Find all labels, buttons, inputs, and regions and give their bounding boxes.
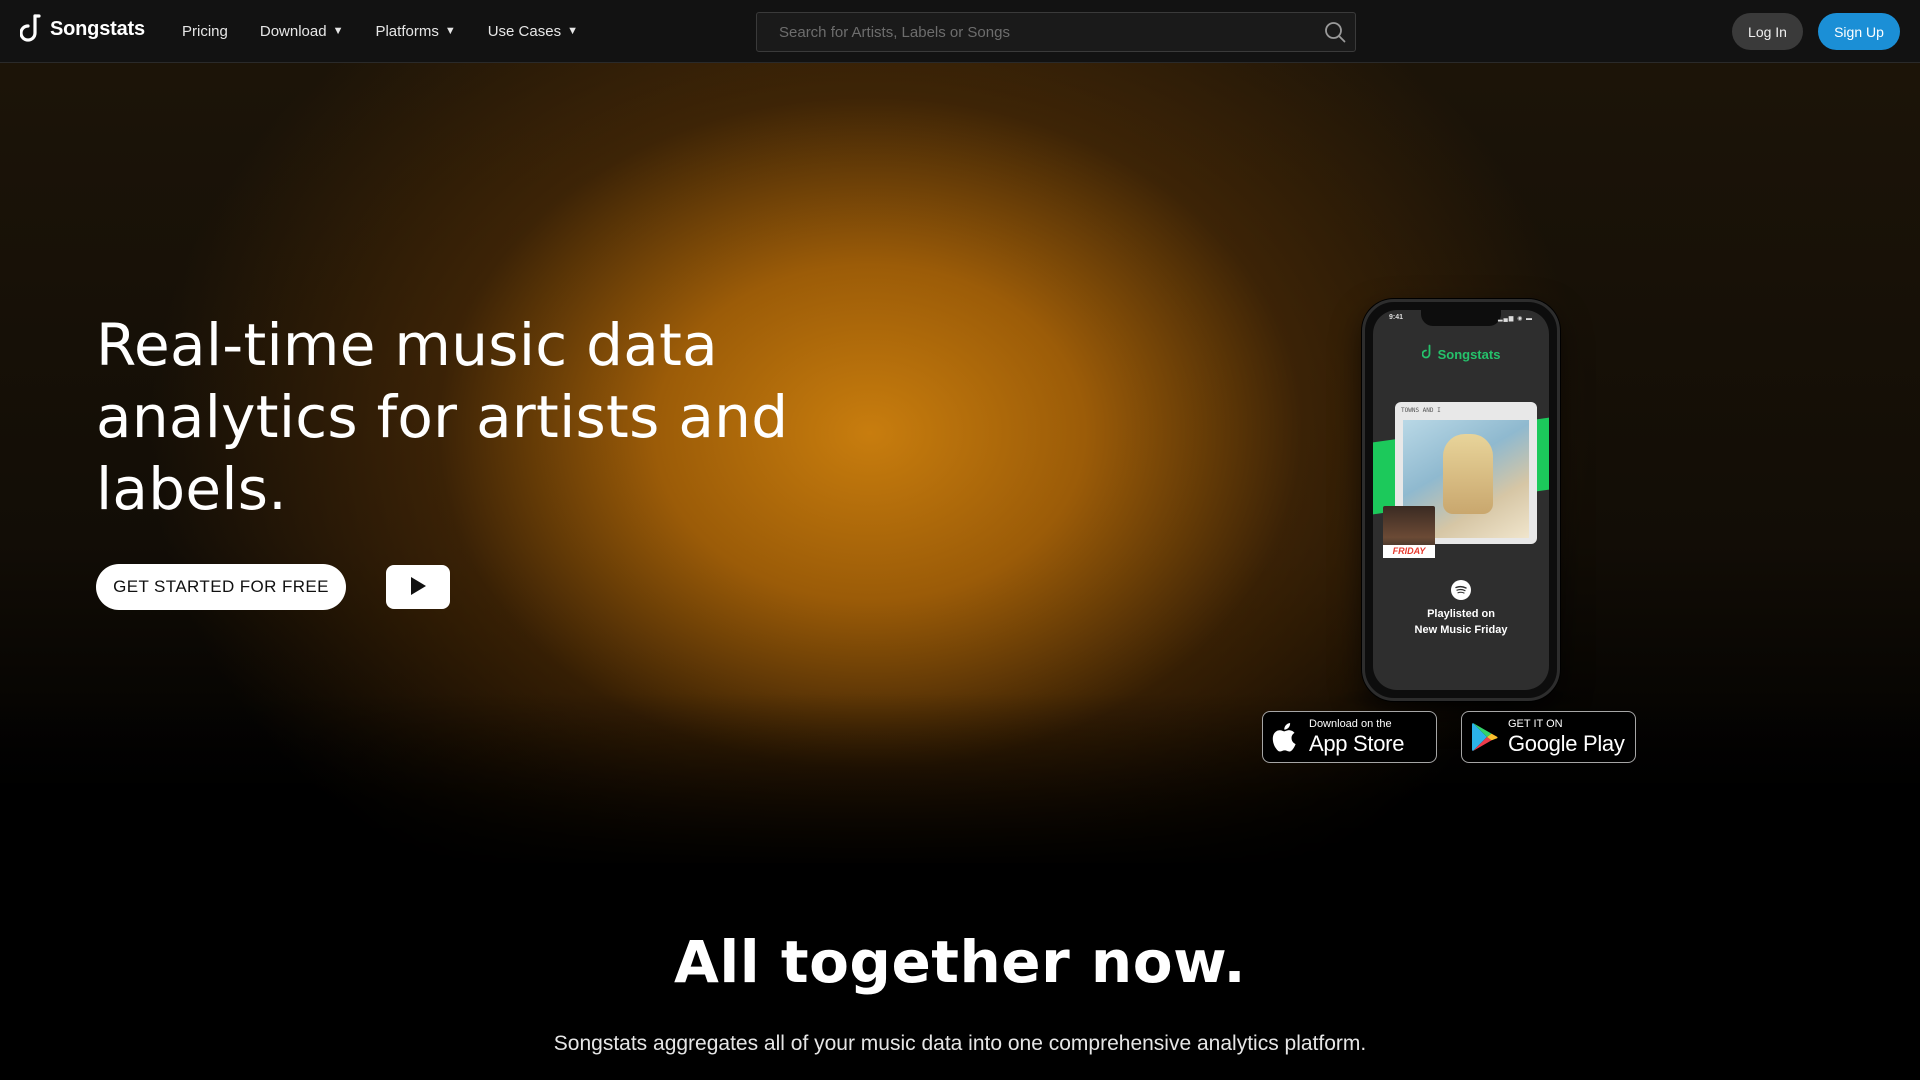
phone-caption-line2: New Music Friday [1414,624,1508,636]
top-navbar: Songstats Pricing Download ▼ Platforms ▼… [0,0,1920,63]
nav-use-cases-label: Use Cases [487,22,562,40]
chevron-down-icon: ▼ [444,25,456,37]
play-video-button[interactable] [386,565,450,609]
google-play-text: GET IT ON Google Play [1508,719,1625,755]
phone-caption: Playlisted on New Music Friday [1373,606,1549,638]
app-store-text: Download on the App Store [1309,719,1404,755]
signup-button[interactable]: Sign Up [1818,13,1900,50]
nav-platforms-label: Platforms [375,22,439,40]
songstats-logo-icon [20,14,44,44]
phone-brand-name: Songstats [1437,347,1501,362]
playlist-cover: FRIDAY [1383,506,1435,558]
search-input[interactable] [757,13,1315,51]
nav-pricing-label: Pricing [182,22,228,40]
phone-mockup: 9:41 ▂▄▆ ◉ ▬ Songstats TOWNS AND I FRIDA… [1362,299,1560,701]
app-store-small-text: Download on the [1309,718,1392,730]
get-started-button[interactable]: GET STARTED FOR FREE [96,564,346,610]
apple-icon [1263,721,1309,753]
google-play-badge[interactable]: GET IT ON Google Play [1461,711,1636,763]
nav-platforms[interactable]: Platforms ▼ [375,23,455,40]
phone-caption-line1: Playlisted on [1427,608,1495,620]
album-figure [1443,434,1493,514]
hero-section: Real-time music data analytics for artis… [0,63,1920,873]
chevron-down-icon: ▼ [567,25,578,37]
phone-brand: Songstats [1373,344,1549,365]
phone-status-time: 9:41 [1389,314,1404,321]
phone-notch [1421,310,1501,326]
login-button[interactable]: Log In [1732,13,1803,50]
nav-download[interactable]: Download ▼ [260,23,344,40]
google-play-big-text: Google Play [1508,731,1625,756]
nav-download-label: Download [259,22,327,40]
phone-screen: 9:41 ▂▄▆ ◉ ▬ Songstats TOWNS AND I FRIDA… [1373,310,1549,690]
section-subtitle: Songstats aggregates all of your music d… [553,1032,1367,1055]
brand-name: Songstats [50,17,145,40]
songstats-logo-icon [1421,344,1434,365]
playlist-cover-label: FRIDAY [1383,545,1435,558]
brand-logo-link[interactable]: Songstats [20,14,145,44]
google-play-small-text: GET IT ON [1508,718,1563,730]
google-play-icon [1462,721,1508,753]
search-bar [756,12,1356,52]
play-icon [409,576,427,599]
app-store-badge[interactable]: Download on the App Store [1262,711,1437,763]
phone-status-icons: ▂▄▆ ◉ ▬ [1497,316,1533,322]
hero-title: Real-time music data analytics for artis… [96,311,789,523]
album-caption: TOWNS AND I [1401,407,1441,414]
nav-use-cases[interactable]: Use Cases ▼ [488,23,578,40]
search-icon[interactable] [1315,13,1355,51]
nav-menu: Pricing Download ▼ Platforms ▼ Use Cases… [182,0,610,62]
app-store-big-text: App Store [1309,731,1405,756]
chevron-down-icon: ▼ [332,25,344,37]
section-title: All together now. [674,928,1246,996]
nav-pricing[interactable]: Pricing [182,23,228,40]
spotify-icon [1451,580,1471,600]
